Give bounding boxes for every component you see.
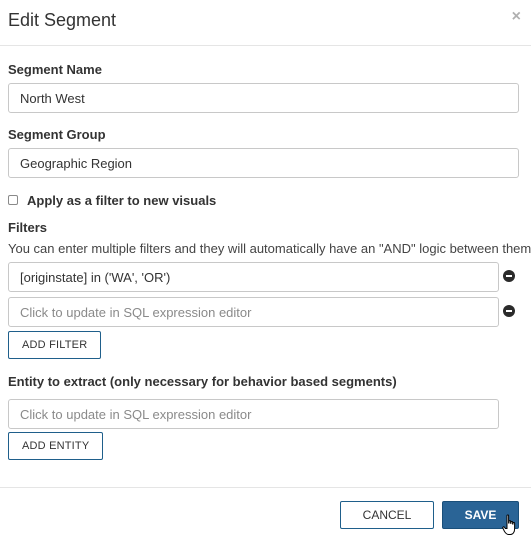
remove-filter-icon[interactable] <box>503 270 515 282</box>
close-icon[interactable]: × <box>512 8 521 26</box>
filter-expression-input[interactable] <box>8 297 499 327</box>
apply-filter-label: Apply as a filter to new visuals <box>27 192 217 208</box>
apply-filter-row[interactable]: Apply as a filter to new visuals <box>8 192 216 208</box>
footer-divider <box>0 487 531 488</box>
dialog-header: Edit Segment × <box>0 0 531 46</box>
add-filter-button[interactable]: ADD FILTER <box>8 331 102 359</box>
cancel-button[interactable]: CANCEL <box>340 501 434 529</box>
hand-pointer-icon <box>502 514 516 535</box>
segment-group-label: Segment Group <box>8 127 106 142</box>
dialog-title: Edit Segment <box>8 10 117 30</box>
segment-name-label: Segment Name <box>8 62 102 77</box>
filters-label: Filters <box>8 220 48 235</box>
add-entity-button[interactable]: ADD ENTITY <box>8 432 104 460</box>
entity-expression-input[interactable] <box>8 399 499 429</box>
remove-filter-icon[interactable] <box>503 305 515 317</box>
segment-group-input[interactable] <box>8 148 519 178</box>
apply-filter-checkbox[interactable] <box>8 195 18 205</box>
filter-expression-input[interactable] <box>8 262 499 292</box>
segment-name-input[interactable] <box>8 83 519 113</box>
entity-label: Entity to extract (only necessary for be… <box>8 374 397 389</box>
filters-help-text: You can enter multiple filters and they … <box>8 241 531 256</box>
edit-segment-dialog: Edit Segment × Segment Name Segment Grou… <box>0 0 531 539</box>
